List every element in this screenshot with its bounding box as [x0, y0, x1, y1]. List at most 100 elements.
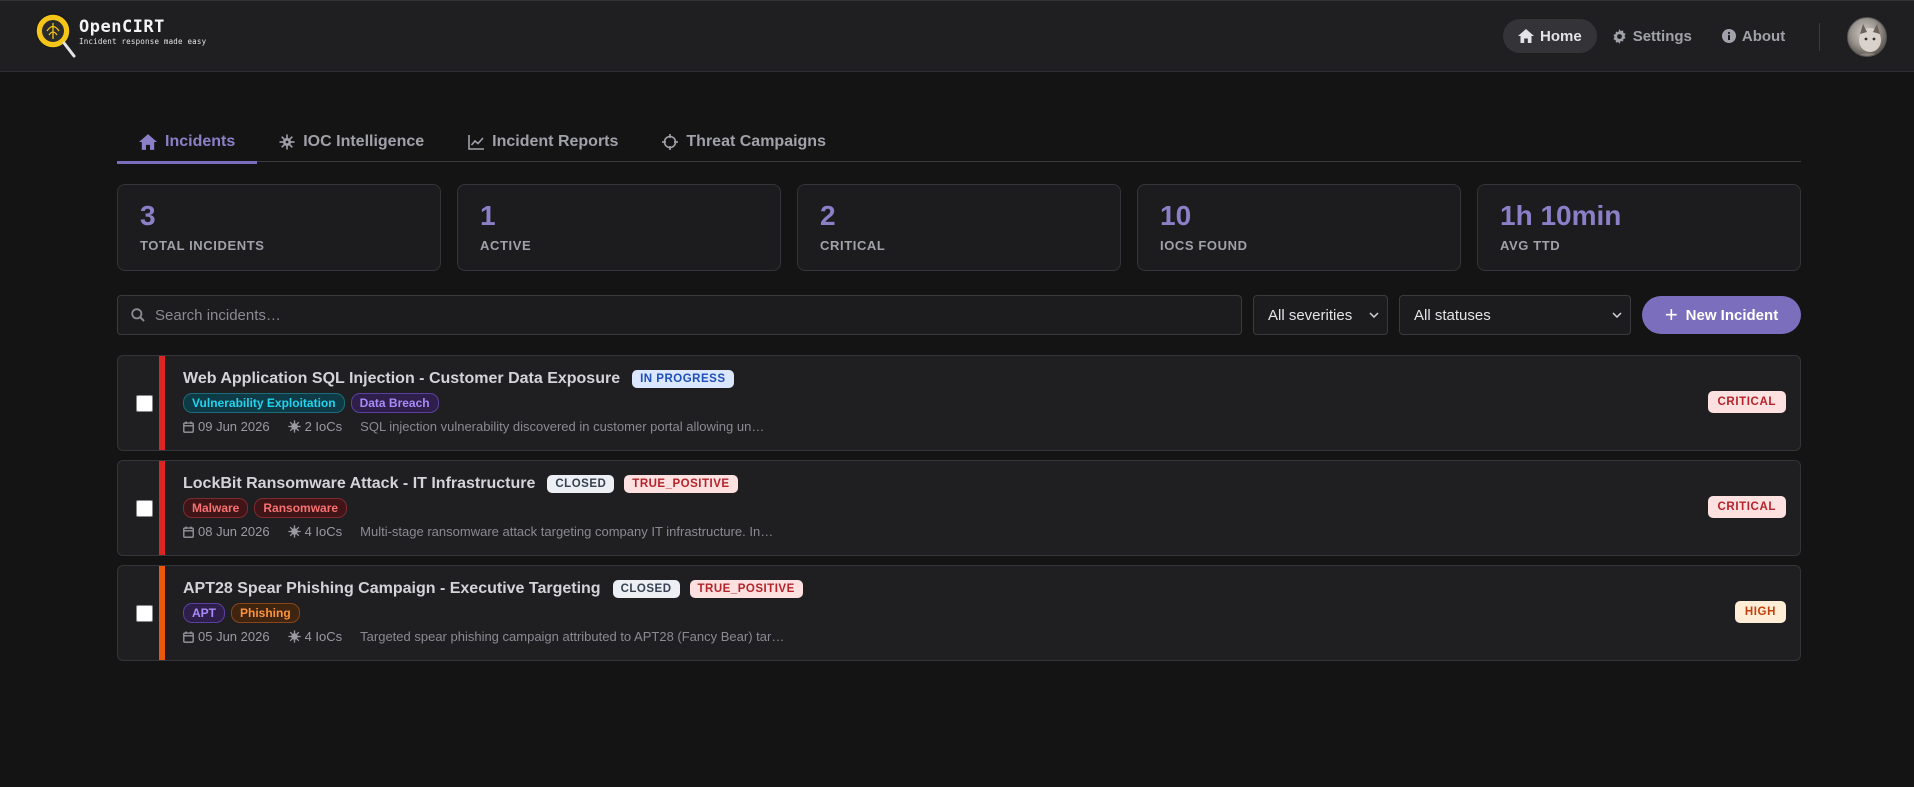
severity-select[interactable]: All severities	[1253, 295, 1388, 335]
stat-iocs-found: 10 IOCS FOUND	[1137, 184, 1461, 271]
severity-badge: HIGH	[1734, 601, 1786, 623]
incident-checkbox[interactable]	[136, 395, 153, 412]
chevron-down-icon	[1369, 312, 1379, 318]
brand-name: OpenCIRT	[79, 17, 165, 37]
status-select-value: All statuses	[1414, 306, 1491, 324]
incident-checkbox[interactable]	[136, 500, 153, 517]
stat-label: AVG TTD	[1500, 237, 1561, 253]
home-icon	[139, 134, 157, 150]
incident-list: Web Application SQL Injection - Customer…	[117, 355, 1801, 670]
tab-incidents[interactable]: Incidents	[117, 122, 258, 164]
incident-checkbox[interactable]	[136, 605, 153, 622]
incident-date: 05 Jun 2026	[183, 629, 270, 644]
incident-date-text: 05 Jun 2026	[198, 629, 270, 644]
calendar-icon	[183, 526, 194, 538]
stat-critical: 2 CRITICAL	[797, 184, 1121, 271]
incident-ioc-count: 4 IoCs	[287, 524, 343, 539]
incident-card[interactable]: APT28 Spear Phishing Campaign - Executiv…	[117, 565, 1801, 661]
incident-date-text: 08 Jun 2026	[198, 524, 270, 539]
verdict-badge: TRUE_POSITIVE	[689, 580, 803, 598]
severity-badge: CRITICAL	[1707, 496, 1786, 518]
tag: Data Breach	[350, 393, 439, 413]
tab-ioc-intelligence-label: IOC Intelligence	[303, 133, 425, 150]
stat-active: 1 ACTIVE	[457, 184, 781, 271]
incident-card[interactable]: Web Application SQL Injection - Customer…	[117, 355, 1801, 451]
status-badge: CLOSED	[612, 580, 680, 598]
nav-about[interactable]: About	[1707, 19, 1800, 53]
brand[interactable]: OpenCIRT Incident response made easy	[33, 11, 206, 59]
stat-label: CRITICAL	[820, 237, 886, 253]
stat-value: 3	[140, 200, 156, 231]
ioc-count-text: 4 IoCs	[304, 524, 343, 539]
stat-value: 1h 10min	[1500, 200, 1622, 231]
stat-value: 1	[480, 200, 496, 231]
calendar-icon	[183, 631, 194, 643]
plus-icon: +	[1664, 302, 1678, 327]
tab-incident-reports-label: Incident Reports	[492, 133, 619, 150]
stat-label: TOTAL INCIDENTS	[140, 237, 265, 253]
stat-label: IOCS FOUND	[1160, 237, 1248, 253]
incident-description: Multi-stage ransomware attack targeting …	[360, 524, 774, 539]
brand-tagline: Incident response made easy	[79, 37, 207, 46]
opencirt-logo-icon	[33, 11, 76, 59]
nav-divider	[1819, 23, 1820, 51]
status-badge: IN PROGRESS	[632, 370, 734, 388]
tag: Ransomware	[254, 498, 348, 518]
virus-icon	[287, 420, 301, 433]
tag: Phishing	[231, 603, 300, 623]
new-incident-button[interactable]: + New Incident	[1642, 296, 1801, 334]
tab-incident-reports[interactable]: Incident Reports	[446, 122, 640, 162]
severity-stripe	[159, 566, 165, 660]
stat-value: 2	[820, 200, 836, 231]
verdict-badge: TRUE_POSITIVE	[624, 475, 738, 493]
search-input[interactable]	[155, 306, 1235, 324]
info-icon	[1721, 29, 1736, 43]
severity-badge: CRITICAL	[1707, 391, 1786, 413]
virus-icon	[279, 134, 295, 150]
crosshair-icon	[662, 134, 679, 150]
avatar-image	[1856, 24, 1881, 56]
tab-incidents-label: Incidents	[165, 133, 236, 150]
incident-description: Targeted spear phishing campaign attribu…	[360, 629, 785, 644]
main-tabs: Incidents IOC Intelligence Incident Repo…	[117, 122, 1801, 164]
search-icon	[131, 308, 145, 322]
status-select[interactable]: All statuses	[1399, 295, 1631, 335]
incident-ioc-count: 2 IoCs	[287, 419, 342, 434]
gear-icon	[1613, 28, 1626, 44]
incident-description: SQL injection vulnerability discovered i…	[360, 419, 765, 434]
tab-threat-campaigns-label: Threat Campaigns	[686, 133, 826, 150]
incident-card[interactable]: LockBit Ransomware Attack - IT Infrastru…	[117, 460, 1801, 556]
incident-ioc-count: 4 IoCs	[287, 629, 343, 644]
nav-settings[interactable]: Settings	[1597, 19, 1707, 53]
incident-title[interactable]: LockBit Ransomware Attack - IT Infrastru…	[183, 475, 535, 493]
incident-title[interactable]: Web Application SQL Injection - Customer…	[183, 370, 620, 388]
tag: Malware	[183, 498, 249, 518]
nav-home-label: Home	[1540, 27, 1582, 45]
stat-label: ACTIVE	[480, 237, 532, 253]
stat-total-incidents: 3 TOTAL INCIDENTS	[117, 184, 441, 271]
severity-stripe	[159, 461, 165, 555]
incident-date: 08 Jun 2026	[183, 524, 270, 539]
top-navbar: OpenCIRT Incident response made easy Hom…	[0, 0, 1914, 72]
new-incident-label: New Incident	[1685, 306, 1779, 324]
tab-ioc-intelligence[interactable]: IOC Intelligence	[257, 122, 446, 162]
calendar-icon	[183, 421, 194, 433]
tab-threat-campaigns[interactable]: Threat Campaigns	[640, 122, 848, 162]
filter-bar: All severities All statuses + New Incide…	[117, 295, 1801, 335]
user-avatar[interactable]	[1847, 17, 1887, 57]
chart-line-icon	[468, 134, 485, 150]
tag: Vulnerability Exploitation	[183, 393, 345, 413]
main-nav: Home Settings About	[1503, 19, 1800, 53]
search-box[interactable]	[117, 295, 1242, 335]
home-icon	[1518, 29, 1534, 43]
tag: APT	[183, 603, 225, 623]
incident-title[interactable]: APT28 Spear Phishing Campaign - Executiv…	[183, 580, 601, 598]
severity-select-value: All severities	[1268, 306, 1353, 324]
status-badge: CLOSED	[547, 475, 615, 493]
virus-icon	[287, 630, 301, 643]
severity-stripe	[159, 356, 165, 450]
ioc-count-text: 4 IoCs	[304, 629, 343, 644]
nav-home[interactable]: Home	[1503, 19, 1597, 53]
stat-value: 10	[1160, 200, 1192, 231]
nav-about-label: About	[1741, 27, 1786, 45]
